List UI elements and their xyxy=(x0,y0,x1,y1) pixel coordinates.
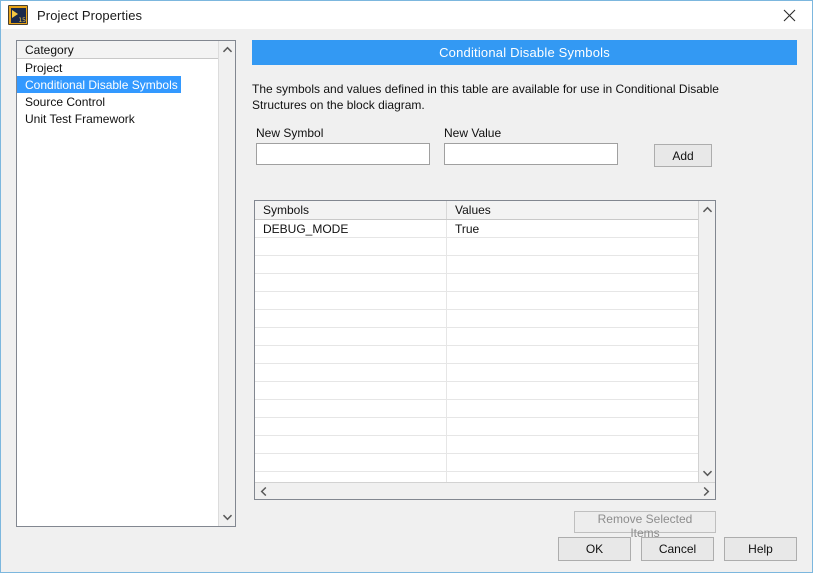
cell-symbol[interactable]: DEBUG_MODE xyxy=(255,220,447,237)
cell-value[interactable] xyxy=(447,292,698,309)
category-panel: Category Project Conditional Disable Sym… xyxy=(16,40,236,527)
new-value-input[interactable] xyxy=(444,143,618,165)
cell-value[interactable] xyxy=(447,436,698,453)
symbols-table-vscrollbar[interactable] xyxy=(698,201,715,482)
table-row[interactable] xyxy=(255,436,698,454)
help-button[interactable]: Help xyxy=(724,537,797,561)
cell-value[interactable] xyxy=(447,310,698,327)
cell-symbol[interactable] xyxy=(255,454,447,471)
cell-value[interactable] xyxy=(447,418,698,435)
cell-symbol[interactable] xyxy=(255,472,447,482)
new-symbol-label: New Symbol xyxy=(256,126,324,140)
table-row[interactable] xyxy=(255,328,698,346)
cell-value[interactable] xyxy=(447,328,698,345)
cell-value[interactable] xyxy=(447,256,698,273)
title-bar: 15 Project Properties xyxy=(1,1,812,29)
sidebar-item-unit-test-framework[interactable]: Unit Test Framework xyxy=(17,110,218,127)
labview-project-icon: 15 xyxy=(8,5,28,25)
symbols-table-header-row: Symbols Values xyxy=(255,201,698,220)
new-value-field-group: New Value xyxy=(444,126,618,165)
table-row[interactable] xyxy=(255,346,698,364)
chevron-down-icon xyxy=(222,514,232,521)
table-row[interactable] xyxy=(255,292,698,310)
cell-symbol[interactable] xyxy=(255,382,447,399)
sidebar-item-source-control[interactable]: Source Control xyxy=(17,93,218,110)
remove-selected-items-button[interactable]: Remove Selected Items xyxy=(574,511,716,540)
column-header-values[interactable]: Values xyxy=(447,201,698,219)
cell-symbol[interactable] xyxy=(255,364,447,381)
symbols-table-hscrollbar[interactable] xyxy=(255,482,715,499)
symbols-table-grid[interactable]: Symbols Values DEBUG_MODE True xyxy=(255,201,698,482)
category-scroll-up-button[interactable] xyxy=(219,41,236,58)
cell-symbol[interactable] xyxy=(255,256,447,273)
cell-symbol[interactable] xyxy=(255,400,447,417)
column-header-symbols[interactable]: Symbols xyxy=(255,201,447,219)
table-row[interactable] xyxy=(255,274,698,292)
cell-symbol[interactable] xyxy=(255,310,447,327)
content-pane: Conditional Disable Symbols The symbols … xyxy=(252,40,797,561)
category-list[interactable]: Category Project Conditional Disable Sym… xyxy=(17,41,218,526)
chevron-right-icon xyxy=(703,486,710,496)
cell-value[interactable] xyxy=(447,382,698,399)
chevron-up-icon xyxy=(222,46,232,53)
cell-symbol[interactable] xyxy=(255,274,447,291)
page-title-banner: Conditional Disable Symbols xyxy=(252,40,797,65)
new-symbol-input[interactable] xyxy=(256,143,430,165)
table-row[interactable] xyxy=(255,364,698,382)
table-scroll-up-button[interactable] xyxy=(699,201,716,218)
new-symbol-field-group: New Symbol xyxy=(256,126,430,165)
ok-button[interactable]: OK xyxy=(558,537,631,561)
page-title: Conditional Disable Symbols xyxy=(439,45,610,60)
table-row[interactable] xyxy=(255,310,698,328)
table-row[interactable] xyxy=(255,400,698,418)
table-row[interactable] xyxy=(255,382,698,400)
category-list-header: Category xyxy=(17,41,218,59)
category-scroll-down-button[interactable] xyxy=(219,509,236,526)
symbols-table: Symbols Values DEBUG_MODE True xyxy=(254,200,716,500)
cell-symbol[interactable] xyxy=(255,436,447,453)
sidebar-item-conditional-disable-symbols[interactable]: Conditional Disable Symbols xyxy=(17,76,181,93)
category-scrollbar[interactable] xyxy=(218,41,235,526)
sidebar-item-project[interactable]: Project xyxy=(17,59,218,76)
page-description: The symbols and values defined in this t… xyxy=(252,82,719,112)
cell-value[interactable] xyxy=(447,400,698,417)
dialog-footer: OK Cancel Help xyxy=(558,537,797,561)
cell-value[interactable] xyxy=(447,346,698,363)
cancel-button[interactable]: Cancel xyxy=(641,537,714,561)
cell-value[interactable] xyxy=(447,472,698,482)
cell-value[interactable] xyxy=(447,274,698,291)
new-value-label: New Value xyxy=(444,126,502,140)
cell-symbol[interactable] xyxy=(255,292,447,309)
close-icon xyxy=(783,9,796,21)
window-title: Project Properties xyxy=(37,7,143,23)
table-row[interactable] xyxy=(255,472,698,482)
symbols-table-body: DEBUG_MODE True xyxy=(255,220,698,482)
table-row[interactable]: DEBUG_MODE True xyxy=(255,220,698,238)
chevron-up-icon xyxy=(702,206,712,213)
table-row[interactable] xyxy=(255,256,698,274)
new-entry-row: New Symbol New Value Add xyxy=(252,126,797,171)
cell-symbol[interactable] xyxy=(255,418,447,435)
chevron-down-icon xyxy=(702,470,712,477)
symbols-table-main: Symbols Values DEBUG_MODE True xyxy=(255,201,715,482)
table-scroll-down-button[interactable] xyxy=(699,465,716,482)
table-scroll-right-button[interactable] xyxy=(698,483,715,500)
cell-value[interactable] xyxy=(447,454,698,471)
dialog-body: Category Project Conditional Disable Sym… xyxy=(1,29,812,572)
cell-value[interactable]: True xyxy=(447,220,698,237)
cell-symbol[interactable] xyxy=(255,346,447,363)
add-button[interactable]: Add xyxy=(654,144,712,167)
icon-version-badge: 15 xyxy=(18,17,26,24)
chevron-left-icon xyxy=(260,486,267,496)
table-row[interactable] xyxy=(255,454,698,472)
cell-value[interactable] xyxy=(447,238,698,255)
cell-value[interactable] xyxy=(447,364,698,381)
table-row[interactable] xyxy=(255,418,698,436)
table-scroll-left-button[interactable] xyxy=(255,483,272,500)
close-button[interactable] xyxy=(767,1,812,29)
cell-symbol[interactable] xyxy=(255,328,447,345)
table-row[interactable] xyxy=(255,238,698,256)
cell-symbol[interactable] xyxy=(255,238,447,255)
